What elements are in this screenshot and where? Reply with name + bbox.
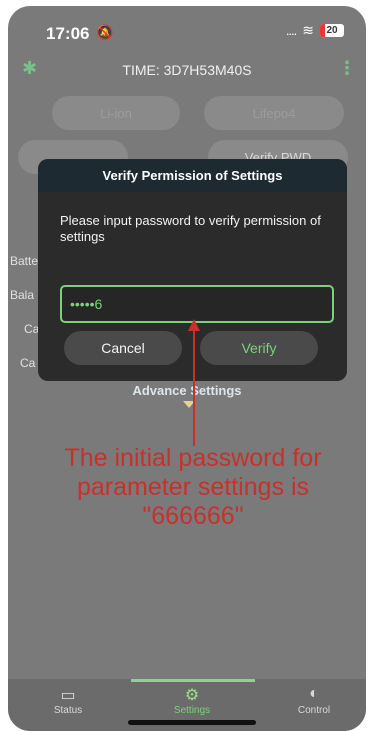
app-bar: ✱ TIME: 3D7H53M40S ⋮ [8,52,366,88]
lifepo4-label: Lifepo4 [252,105,296,121]
cancel-button[interactable]: Cancel [64,331,182,365]
status-icons: .... ≋ 20 [286,22,344,39]
toggle-icon: ◐ [309,685,319,702]
liion-label: Li-ion [100,105,132,121]
bell-slash-icon: 🔕 [96,24,114,40]
monitor-icon: ▭ [60,687,76,704]
wifi-icon: ≋ [302,22,314,38]
lifepo4-button: Lifepo4 [204,96,344,130]
annotation-arrow-head [188,319,200,331]
home-indicator [128,720,256,725]
gear-icon: ⚙ [184,687,200,704]
tab-control-label: Control [297,705,331,716]
row-label-balance: Bala [10,288,35,302]
tab-control[interactable]: ◐ Control [274,685,354,716]
app-title: TIME: 3D7H53M40S [122,62,252,78]
tab-settings-label: Settings [173,705,211,716]
cancel-label: Cancel [101,340,145,356]
dialog-message: Please input password to verify permissi… [60,213,321,244]
verify-button[interactable]: Verify [200,331,318,365]
status-time: 17:06 [46,24,90,43]
password-input[interactable]: •••••6 [60,285,334,323]
battery-level: 20 [326,25,338,36]
tab-indicator [131,679,255,682]
tab-bar: ▭ Status ⚙ Settings ◐ Control [8,679,366,731]
verify-label: Verify [241,340,277,356]
status-bar: 17:06 🔕 .... ≋ 20 [8,6,366,52]
row-label-battery: Batte [10,254,39,268]
battery-icon: 20 [320,24,344,37]
row-label-ca-2: Ca [20,356,36,370]
tab-status-label: Status [53,705,83,716]
annotation-text: The initial password for parameter setti… [64,444,322,530]
tab-status[interactable]: ▭ Status [28,685,108,716]
more-vertical-icon[interactable]: ⋮ [338,58,356,79]
liion-button: Li-ion [52,96,180,130]
dialog-title: Verify Permission of Settings [38,159,347,192]
phone-screen: 17:06 🔕 .... ≋ 20 ✱ TIME: 3D7H53M40S ⋮ L… [8,6,366,731]
signal-icon: .... [285,23,297,38]
advance-settings-link[interactable]: Advance Settings [8,383,366,398]
tab-settings[interactable]: ⚙ Settings [152,685,232,716]
annotation-arrow-line [193,331,195,446]
